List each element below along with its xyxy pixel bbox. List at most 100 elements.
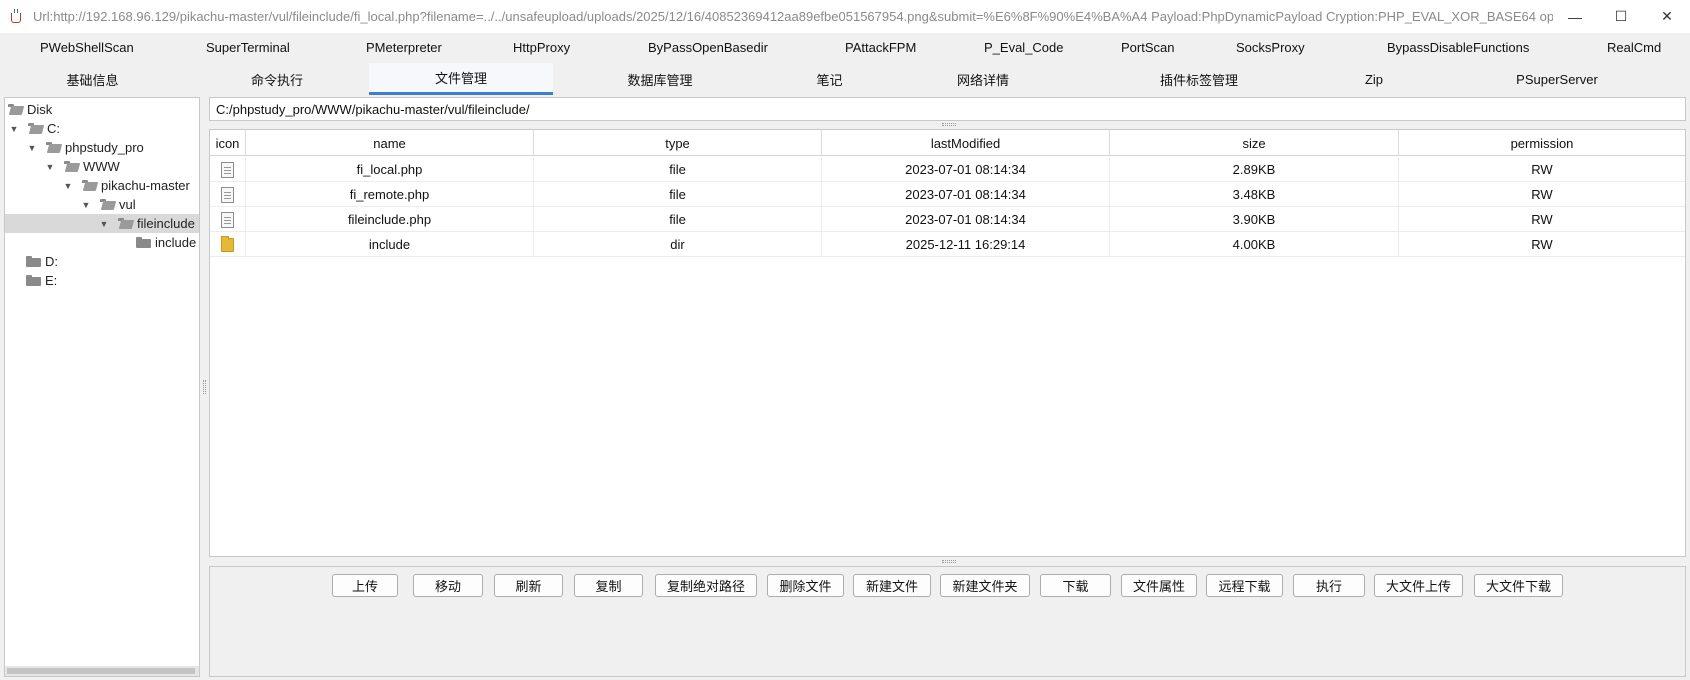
directory-tree: Disk ▼ C: ▼ phpstudy_pro ▼ WWW ▼ pikachu…: [4, 97, 200, 677]
new-folder-button[interactable]: 新建文件夹: [940, 574, 1030, 597]
tree-node-label: D:: [45, 254, 58, 269]
column-header-type[interactable]: type: [534, 130, 822, 156]
folder-open-icon: [100, 199, 115, 210]
cell-size: 3.48KB: [1110, 182, 1399, 207]
horizontal-split-handle[interactable]: [942, 560, 956, 563]
tree-node-label: phpstudy_pro: [65, 140, 144, 155]
plugin-tab-p-eval-code[interactable]: P_Eval_Code: [984, 40, 1064, 55]
plugin-tab-pmeterpreter[interactable]: PMeterpreter: [366, 40, 442, 55]
tab-file-manager[interactable]: 文件管理: [369, 63, 553, 95]
cell-type: dir: [534, 232, 822, 257]
plugin-tab-bypassdisablefunctions[interactable]: BypassDisableFunctions: [1387, 40, 1529, 55]
tab-network-details[interactable]: 网络详情: [892, 63, 1074, 95]
column-header-last-modified[interactable]: lastModified: [822, 130, 1110, 156]
tree-node-c[interactable]: ▼ C:: [5, 119, 199, 138]
tab-psuperserver[interactable]: PSuperServer: [1424, 63, 1690, 95]
tab-command-exec[interactable]: 命令执行: [185, 63, 369, 95]
cell-name: include: [246, 232, 534, 257]
plugin-tab-pwebshellscan[interactable]: PWebShellScan: [40, 40, 134, 55]
execute-button[interactable]: 执行: [1293, 574, 1365, 597]
column-header-icon[interactable]: icon: [210, 130, 246, 156]
tree-node-label: WWW: [83, 159, 120, 174]
new-file-button[interactable]: 新建文件: [853, 574, 931, 597]
tree-node-label: include: [155, 235, 197, 250]
tab-notes[interactable]: 笔记: [767, 63, 892, 95]
cell-last-modified: 2023-07-01 08:14:34: [822, 182, 1110, 207]
horizontal-split-handle[interactable]: [942, 123, 956, 126]
tree-horizontal-scrollbar[interactable]: [5, 666, 199, 676]
title-bar: Url:http://192.168.96.129/pikachu-master…: [0, 0, 1690, 33]
close-button[interactable]: ✕: [1644, 0, 1690, 33]
plugin-tab-bypassopenbasedir[interactable]: ByPassOpenBasedir: [648, 40, 768, 55]
table-row[interactable]: fileinclude.php file 2023-07-01 08:14:34…: [210, 207, 1685, 232]
file-icon: [221, 186, 234, 203]
cell-last-modified: 2025-12-11 16:29:14: [822, 232, 1110, 257]
cell-type: file: [534, 182, 822, 207]
tree-node-label: pikachu-master: [101, 178, 190, 193]
tab-zip[interactable]: Zip: [1324, 63, 1424, 95]
folder-open-icon: [28, 123, 43, 134]
action-panel: 上传 移动 刷新 复制 复制绝对路径 删除文件 新建文件 新建文件夹 下载 文件…: [209, 566, 1686, 677]
copy-absolute-path-button[interactable]: 复制绝对路径: [655, 574, 757, 597]
plugin-tab-portscan[interactable]: PortScan: [1121, 40, 1174, 55]
tree-node-fileinclude[interactable]: ▼ fileinclude: [5, 214, 199, 233]
folder-icon: [26, 275, 41, 286]
table-row[interactable]: fi_local.php file 2023-07-01 08:14:34 2.…: [210, 157, 1685, 182]
plugin-tab-pattackfpm[interactable]: PAttackFPM: [845, 40, 916, 55]
tab-database-manager[interactable]: 数据库管理: [553, 63, 767, 95]
tree-node-d[interactable]: D:: [5, 252, 199, 271]
download-button[interactable]: 下载: [1040, 574, 1111, 597]
column-header-size[interactable]: size: [1110, 130, 1399, 156]
copy-button[interactable]: 复制: [574, 574, 643, 597]
tree-node-label: Disk: [27, 102, 53, 117]
minimize-button[interactable]: —: [1552, 0, 1598, 33]
upload-button[interactable]: 上传: [332, 574, 398, 597]
plugin-tab-socksproxy[interactable]: SocksProxy: [1236, 40, 1305, 55]
table-row[interactable]: fi_remote.php file 2023-07-01 08:14:34 3…: [210, 182, 1685, 207]
folder-open-icon: [8, 104, 23, 115]
maximize-button[interactable]: ☐: [1598, 0, 1644, 33]
cell-permission: RW: [1531, 237, 1553, 252]
chevron-down-icon[interactable]: ▼: [26, 143, 38, 153]
tree-node-www[interactable]: ▼ WWW: [5, 157, 199, 176]
cell-permission: RW: [1531, 162, 1553, 177]
move-button[interactable]: 移动: [413, 574, 483, 597]
chevron-down-icon[interactable]: ▼: [8, 124, 20, 134]
scrollbar-thumb[interactable]: [7, 668, 195, 674]
path-input[interactable]: C:/phpstudy_pro/WWW/pikachu-master/vul/f…: [209, 97, 1686, 121]
tree-node-label: vul: [119, 197, 136, 212]
java-app-icon: [9, 8, 25, 25]
column-header-permission[interactable]: permission: [1399, 130, 1685, 156]
file-table: icon name type lastModified size permiss…: [209, 129, 1686, 557]
tab-basic-info[interactable]: 基础信息: [0, 63, 185, 95]
file-icon: [221, 211, 234, 228]
tree-node-phpstudy-pro[interactable]: ▼ phpstudy_pro: [5, 138, 199, 157]
plugin-toolbar: PWebShellScan SuperTerminal PMeterpreter…: [0, 33, 1690, 63]
chevron-down-icon[interactable]: ▼: [98, 219, 110, 229]
table-header: icon name type lastModified size permiss…: [210, 130, 1685, 156]
remote-download-button[interactable]: 远程下载: [1206, 574, 1283, 597]
delete-file-button[interactable]: 删除文件: [767, 574, 844, 597]
refresh-button[interactable]: 刷新: [494, 574, 563, 597]
column-header-name[interactable]: name: [246, 130, 534, 156]
vertical-split-handle[interactable]: [203, 380, 206, 394]
plugin-tab-httpproxy[interactable]: HttpProxy: [513, 40, 570, 55]
cell-name: fi_local.php: [246, 157, 534, 182]
tab-plugin-tag-manager[interactable]: 插件标签管理: [1074, 63, 1324, 95]
file-properties-button[interactable]: 文件属性: [1121, 574, 1197, 597]
tree-node-vul[interactable]: ▼ vul: [5, 195, 199, 214]
large-file-upload-button[interactable]: 大文件上传: [1374, 574, 1463, 597]
chevron-down-icon[interactable]: ▼: [80, 200, 92, 210]
chevron-down-icon[interactable]: ▼: [62, 181, 74, 191]
chevron-down-icon[interactable]: ▼: [44, 162, 56, 172]
folder-open-icon: [46, 142, 61, 153]
main-tabs: 基础信息 命令执行 文件管理 数据库管理 笔记 网络详情 插件标签管理 Zip …: [0, 63, 1690, 95]
tree-node-disk[interactable]: Disk: [5, 100, 199, 119]
tree-node-include[interactable]: include: [5, 233, 199, 252]
tree-node-pikachu-master[interactable]: ▼ pikachu-master: [5, 176, 199, 195]
plugin-tab-superterminal[interactable]: SuperTerminal: [206, 40, 290, 55]
tree-node-e[interactable]: E:: [5, 271, 199, 290]
large-file-download-button[interactable]: 大文件下载: [1474, 574, 1563, 597]
table-row[interactable]: include dir 2025-12-11 16:29:14 4.00KB R…: [210, 232, 1685, 257]
plugin-tab-realcmd[interactable]: RealCmd: [1607, 40, 1661, 55]
